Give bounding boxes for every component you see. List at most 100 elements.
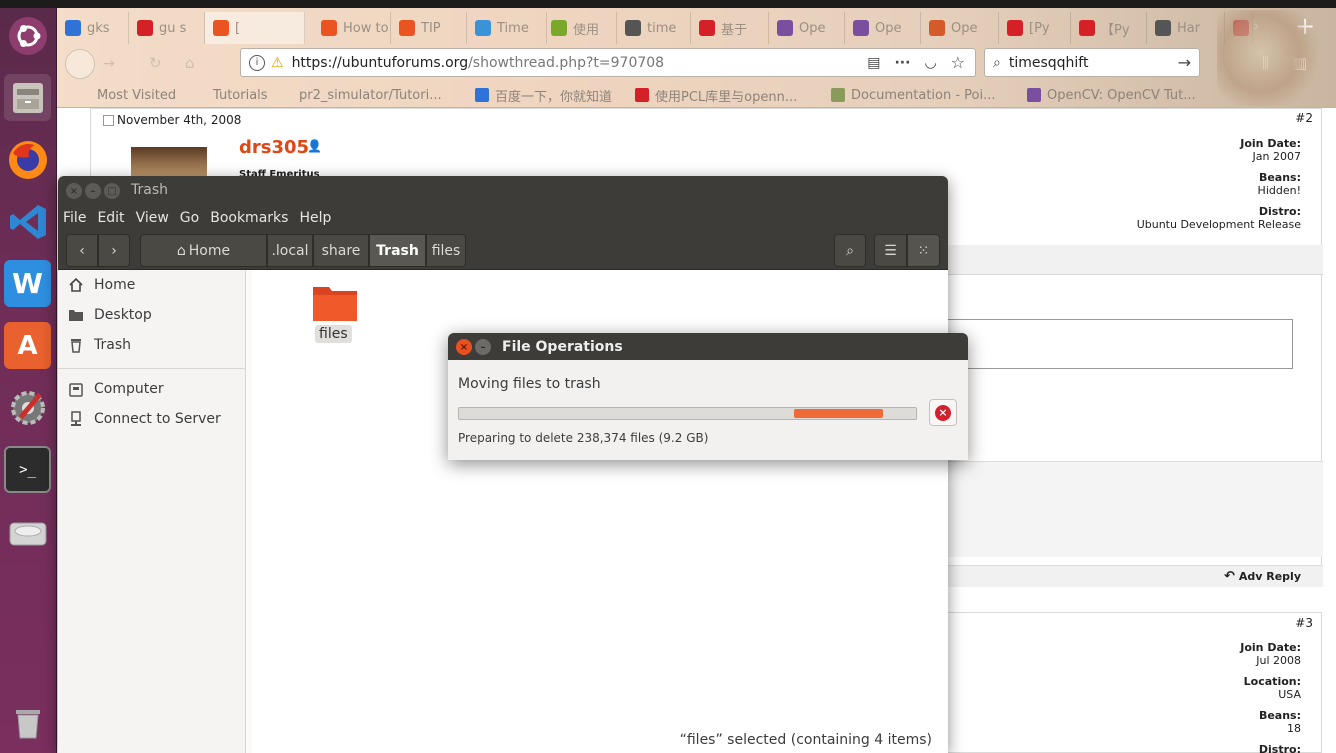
nautilus-toolbar: ‹ › ⌂ Home .local share Trash files ⌕ ☰ ⁙ — [58, 230, 948, 270]
browser-tab[interactable]: gu s — [129, 12, 205, 44]
close-icon[interactable]: × — [66, 183, 82, 199]
files-icon[interactable] — [4, 74, 51, 121]
sidebar-item-computer[interactable]: Computer — [68, 374, 164, 404]
browser-tab[interactable]: Har — [1147, 12, 1225, 44]
url-path: /showthread.php?t=970708 — [468, 54, 665, 71]
post-select-checkbox[interactable] — [103, 114, 114, 126]
menu-item-view[interactable]: View — [136, 210, 169, 226]
firefox-icon[interactable] — [4, 136, 51, 183]
post-footer-area — [947, 461, 1323, 557]
minimize-icon[interactable]: – — [475, 339, 491, 355]
bookmark-item[interactable]: Documentation - Poi... — [831, 85, 996, 105]
pocket-icon[interactable]: ◡ — [924, 55, 936, 71]
browser-tab[interactable]: Ope — [769, 12, 845, 44]
bookmark-item[interactable]: OpenCV: OpenCV Tut... — [1027, 85, 1196, 105]
search-input[interactable]: timesqqhift — [1009, 55, 1089, 71]
menu-item-go[interactable]: Go — [180, 210, 199, 226]
forward-icon[interactable]: › — [98, 234, 130, 267]
sidebar-item-home[interactable]: Home — [68, 270, 135, 300]
trash-icon[interactable] — [4, 698, 51, 745]
sidebar-item-label: Trash — [94, 337, 131, 353]
tab-favicon-icon — [475, 20, 491, 36]
browser-tab[interactable]: [Py — [999, 12, 1071, 44]
search-icon: ⌕ — [993, 54, 1001, 71]
tab-label: time — [647, 20, 677, 36]
browser-tab[interactable]: time — [617, 12, 691, 44]
browser-tab[interactable]: [ — [205, 12, 305, 44]
browser-tab[interactable]: Ope — [845, 12, 921, 44]
pathbar-trash[interactable]: Trash — [369, 234, 426, 267]
disk-drive-icon[interactable] — [4, 508, 51, 555]
browser-tab[interactable]: Ope — [921, 12, 999, 44]
reload-icon[interactable]: ↻ — [149, 54, 169, 74]
tab-favicon-icon — [551, 20, 567, 36]
back-icon[interactable] — [65, 49, 95, 79]
home-icon[interactable]: ⌂ — [185, 54, 205, 74]
terminal-icon[interactable]: >_ — [4, 446, 51, 493]
browser-tab[interactable]: 【Py — [1071, 12, 1147, 44]
wps-writer-icon[interactable]: W — [4, 260, 51, 307]
file-item-files[interactable]: files — [306, 283, 366, 349]
trash-icon — [68, 337, 84, 353]
join-date-label: Join Date: — [1240, 641, 1301, 654]
browser-tab[interactable]: Time — [467, 12, 547, 44]
browser-tab[interactable]: gks — [57, 12, 129, 44]
page-actions-icon[interactable]: ··· — [894, 55, 910, 71]
tab-favicon-icon — [65, 20, 81, 36]
menu-item-bookmarks[interactable]: Bookmarks — [210, 210, 288, 226]
search-go-icon[interactable]: → — [1178, 53, 1191, 72]
pathbar-label: .local — [271, 242, 309, 259]
post-number[interactable]: #3 — [1295, 616, 1313, 630]
bookmark-favicon-icon — [635, 88, 649, 102]
bookmark-item[interactable]: 百度一下，你就知道 — [475, 85, 612, 105]
sidebar-item-desktop[interactable]: Desktop — [68, 300, 152, 330]
maximize-icon[interactable]: □ — [104, 183, 120, 199]
bookmark-item[interactable]: 使用PCL库里与openn... — [635, 85, 797, 105]
browser-tab[interactable]: 使用 — [543, 12, 617, 44]
back-icon[interactable]: ‹ — [66, 234, 98, 267]
tab-label: Ope — [951, 20, 978, 36]
post-number[interactable]: #2 — [1295, 111, 1313, 125]
search-icon[interactable]: ⌕ — [834, 234, 866, 267]
sidebar-item-trash[interactable]: Trash — [68, 330, 131, 360]
bookmark-item[interactable]: Tutorials — [193, 85, 268, 105]
sidebar-item-connect-to-server[interactable]: Connect to Server — [68, 404, 221, 434]
bookmark-star-icon[interactable]: ☆ — [951, 53, 965, 72]
pathbar-files[interactable]: files — [426, 234, 466, 267]
list-view-icon[interactable]: ☰ — [874, 234, 907, 267]
browser-tab[interactable]: TIP — [391, 12, 467, 44]
browser-tab[interactable]: 基于 — [691, 12, 769, 44]
cancel-operation-button[interactable]: × — [929, 399, 957, 426]
software-center-icon[interactable]: A — [4, 322, 51, 369]
tab-favicon-icon — [1007, 20, 1023, 36]
browser-tab[interactable]: How to — [313, 12, 391, 44]
search-bar[interactable]: ⌕ timesqqhift → — [984, 48, 1200, 77]
cancel-icon: × — [935, 404, 951, 421]
url-bar[interactable]: i ⚠ https://ubuntuforums.org/showthread.… — [240, 48, 976, 77]
ubuntu-icon[interactable] — [4, 12, 51, 59]
bookmark-item[interactable]: pr2_simulator/Tutori... — [279, 85, 442, 105]
reader-view-icon[interactable]: ▤ — [867, 55, 880, 71]
minimize-icon[interactable]: – — [85, 183, 101, 199]
close-icon[interactable]: × — [456, 339, 472, 355]
pathbar-share[interactable]: share — [313, 234, 369, 267]
menu-item-file[interactable]: File — [63, 210, 86, 226]
post-header-strip — [947, 245, 1323, 275]
pathbar-home[interactable]: ⌂ Home — [140, 234, 267, 267]
system-settings-icon[interactable] — [4, 384, 51, 431]
vscode-icon[interactable] — [4, 198, 51, 245]
beans-label: Beans: — [1258, 171, 1301, 184]
adv-reply-button[interactable]: ↶ Adv Reply — [1224, 569, 1301, 584]
info-icon[interactable]: i — [249, 54, 265, 71]
username[interactable]: drs305 — [239, 137, 309, 158]
grid-view-icon[interactable]: ⁙ — [907, 234, 940, 267]
menu-item-edit[interactable]: Edit — [97, 210, 124, 226]
bookmark-favicon-icon — [831, 88, 845, 102]
bookmark-item[interactable]: Most Visited — [77, 85, 176, 105]
menu-item-help[interactable]: Help — [299, 210, 331, 226]
tab-favicon-icon — [625, 20, 641, 36]
tab-favicon-icon — [699, 20, 715, 36]
avatar[interactable] — [131, 147, 207, 179]
pathbar-local[interactable]: .local — [267, 234, 313, 267]
forward-icon[interactable]: → — [103, 56, 119, 72]
